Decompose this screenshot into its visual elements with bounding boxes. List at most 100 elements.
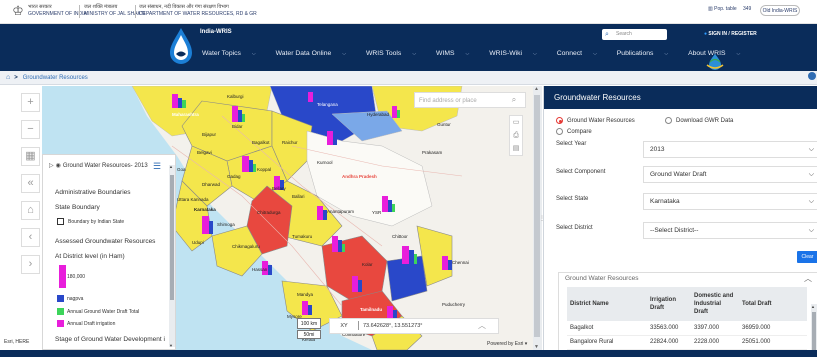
pop-count: 349 — [743, 6, 752, 12]
home-map-icon[interactable]: ⌂ — [21, 201, 40, 220]
map-label-tumakuru: Tumakuru — [292, 234, 313, 239]
map-side-controls: ▭ ⎙ ▤ — [509, 115, 523, 156]
print-icon[interactable]: ⎙ — [510, 129, 522, 142]
map-label-maharashtra: Maharashtra — [172, 112, 199, 117]
radio-off-icon[interactable] — [556, 128, 563, 135]
swatch-blue — [57, 295, 64, 302]
col-irrigation[interactable]: Irrigation Draft — [647, 287, 691, 321]
select-component[interactable]: Ground Water Draft ⌵ — [643, 166, 817, 183]
forward-icon[interactable]: › — [21, 255, 40, 274]
nav-item-connect[interactable]: Connect ⌵ — [557, 50, 606, 57]
visibility-icon[interactable]: ◉ — [56, 163, 61, 169]
clear-button[interactable]: Clear — [797, 251, 817, 263]
footer-strip — [0, 350, 817, 357]
select-district[interactable]: --Select District-- ⌵ — [643, 222, 817, 239]
breadcrumb: ⌂ > Groundwater Resources — [0, 71, 817, 85]
map-label-andhra-pradesh: Andhra Pradesh — [342, 174, 377, 179]
chevron-down-icon: ⌵ — [593, 51, 597, 57]
scroll-up-icon[interactable]: ▲ — [811, 304, 815, 309]
chevron-down-icon: ⌵ — [808, 198, 814, 205]
map-search-icon[interactable]: ⌕ — [504, 92, 524, 108]
chevron-up-icon[interactable]: ︿ — [478, 319, 486, 333]
site-search-input[interactable]: ⌕ Search — [602, 29, 667, 40]
back-icon[interactable]: ‹ — [21, 228, 40, 247]
map-tools: + − ▦ « ⌂ ‹ › — [21, 93, 43, 282]
legend-admin-label: Administrative Boundaries — [55, 189, 131, 196]
legend-boundary-label: Boundary by Indian State — [68, 219, 125, 225]
layer-menu-icon[interactable]: ☰ — [153, 161, 161, 172]
legend-nagpva: nagpva — [67, 296, 84, 302]
col-domestic[interactable]: Domestic and Industrial Draft — [691, 287, 739, 321]
gwr-table-card: Ground Water Resources ︿ District Name I… — [558, 272, 817, 351]
map-label-udupi: Udupi — [192, 240, 204, 245]
nav-item-publications[interactable]: Publications ⌵ — [617, 50, 677, 57]
search-icon: ⌕ — [605, 31, 609, 38]
map-label-koppal: Koppal — [257, 167, 271, 172]
col-total[interactable]: Total Draft — [739, 287, 807, 321]
legend-annual-total: Annual Ground Water Draft Total — [67, 309, 140, 315]
dropdown-icon[interactable]: ▾ — [525, 341, 528, 347]
radio-off-icon[interactable] — [665, 117, 672, 124]
breadcrumb-current[interactable]: Groundwater Resources — [23, 75, 88, 81]
legend-scrollbar[interactable]: ▲ ▼ — [169, 164, 175, 348]
map-label-hassan: Hassan — [252, 267, 268, 272]
map-label-shimoga: Shimoga — [217, 222, 235, 227]
chevron-down-icon: ⌵ — [664, 51, 669, 57]
panel-title: Groundwater Resources — [544, 86, 817, 109]
home-icon[interactable]: ⌂ — [6, 74, 10, 81]
chevron-down-icon: ⌵ — [808, 146, 814, 153]
scroll-up-icon[interactable]: ▲ — [534, 86, 539, 92]
user-icon: ● — [704, 31, 708, 37]
nav-item-wris-wiki[interactable]: WRIS-Wiki ⌵ — [489, 50, 546, 57]
chevron-down-icon: ⌵ — [251, 51, 256, 57]
map-label-chitradurga: Chitradurga — [257, 210, 281, 215]
zoom-out-icon[interactable]: − — [21, 120, 40, 139]
radio-compare[interactable]: Compare — [556, 128, 592, 135]
table-row[interactable]: Bagalkot 33563.000 3397.000 36959.000 — [567, 321, 807, 336]
department-label: जल संसाधन, नदी विकास और गंगा संरक्षण विभ… — [139, 4, 257, 17]
nav-item-water-topics[interactable]: Water Topics ⌵ — [202, 50, 265, 57]
chevron-down-icon: ⌵ — [736, 51, 741, 57]
wris-logo-icon[interactable] — [167, 27, 195, 67]
scroll-down-icon[interactable]: ▼ — [169, 343, 173, 348]
nav-item-water-data-online[interactable]: Water Data Online ⌵ — [276, 50, 355, 57]
national-emblem-icon: ♔ — [12, 4, 24, 19]
layers-icon[interactable]: ▤ — [510, 142, 522, 155]
basemap-icon[interactable]: ▭ — [510, 116, 522, 129]
scroll-up-icon[interactable]: ▲ — [169, 164, 173, 169]
gov-india-label: भारत सरकार GOVERNMENT OF INDIA — [28, 4, 87, 17]
map-label-bijapur: Bijapur — [202, 132, 217, 137]
expand-icon[interactable]: ▷ — [49, 163, 54, 169]
zoom-in-icon[interactable]: + — [21, 93, 40, 112]
legend-state-boundary: State Boundary — [55, 204, 100, 211]
chevron-up-icon[interactable]: ︿ — [804, 273, 812, 284]
legend-180000: 180,000 — [67, 274, 86, 280]
gwr-card-title: Ground Water Resources — [565, 275, 639, 282]
powered-by-esri: Powered by Esri ▾ — [487, 341, 528, 347]
esri-attribution: Esri, HERE — [4, 339, 30, 345]
map-label-belgavi: Belgavi — [197, 150, 212, 155]
col-district[interactable]: District Name — [567, 287, 647, 321]
chevron-down-icon: ⌵ — [465, 51, 470, 57]
sign-in-link[interactable]: ● SIGN IN / REGISTER — [704, 31, 757, 37]
nav-item-wris-tools[interactable]: WRIS Tools ⌵ — [366, 50, 425, 57]
grid-icon[interactable]: ▦ — [21, 147, 40, 166]
map-label-chennai: Chennai — [452, 260, 469, 265]
select-state[interactable]: Karnataka ⌵ — [643, 193, 817, 210]
nav-item-wims[interactable]: WIMS ⌵ — [436, 50, 478, 57]
map-label-chikmagaluru: Chikmagaluru — [232, 244, 260, 249]
brand-label[interactable]: India-WRIS — [200, 29, 232, 35]
collapse-icon[interactable]: « — [21, 174, 40, 193]
boundary-swatch — [57, 218, 64, 225]
coordinate-readout[interactable]: XY 73.642628°, 13.551273° ︿ — [329, 318, 499, 334]
old-india-wris-link[interactable]: Old India-WRIS — [760, 5, 800, 16]
table-scrollbar[interactable]: ▲ — [811, 304, 817, 351]
select-year[interactable]: 2013 ⌵ — [643, 141, 817, 158]
gov-header: ♔ भारत सरकार GOVERNMENT OF INDIA जल शक्त… — [0, 0, 817, 24]
radio-on-icon[interactable] — [556, 117, 563, 124]
radio-download-gwr[interactable]: Download GWR Data — [665, 117, 733, 124]
table-row[interactable]: Bangalore Rural 22824.000 2228.000 25051… — [567, 335, 807, 350]
map-label-bellary: Bellary — [272, 186, 287, 191]
radio-ground-water-resources[interactable]: Ground Water Resources — [556, 117, 635, 124]
layer-title[interactable]: ▷ ◉ Ground Water Resources- 2013 — [49, 162, 154, 170]
